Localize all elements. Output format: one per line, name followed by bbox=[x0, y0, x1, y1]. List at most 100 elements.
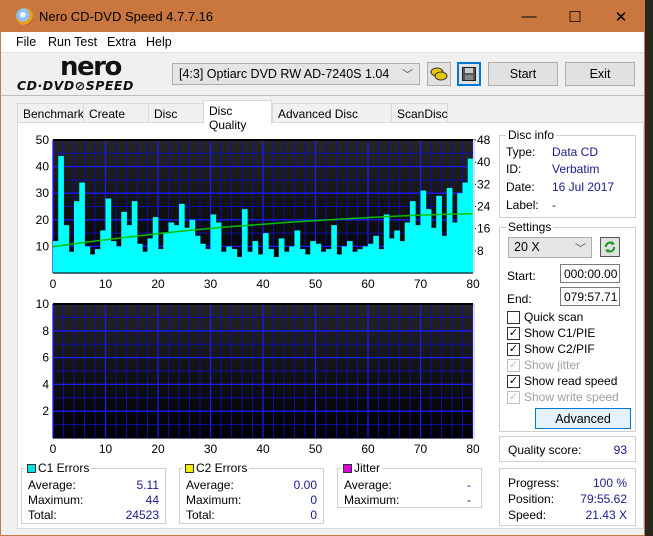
quality-score-group: Quality score: 93 bbox=[499, 436, 636, 462]
drive-info-button[interactable] bbox=[427, 62, 451, 86]
jitter-maximum-value: - bbox=[467, 493, 471, 507]
drive-select[interactable]: [4:3] Optiarc DVD RW AD-7240S 1.04 ﹀ bbox=[172, 63, 420, 85]
x-tick-label: 60 bbox=[361, 442, 375, 456]
c1-bar bbox=[105, 198, 112, 273]
y-tick-label: 10 bbox=[36, 297, 50, 311]
c1-bar bbox=[425, 209, 432, 273]
refresh-speed-button[interactable] bbox=[600, 237, 620, 257]
close-button[interactable]: ✕ bbox=[598, 1, 644, 32]
disc-info-group: Disc info Type: Data CD ID: Verbatim Dat… bbox=[499, 128, 636, 218]
menu-extra[interactable]: Extra bbox=[107, 35, 136, 49]
c1-maximum-label: Maximum: bbox=[28, 493, 84, 507]
c2-errors-group: C2 Errors Average: 0.00 Maximum: 0 Total… bbox=[179, 461, 324, 524]
tab-disc-quality[interactable]: Disc Quality bbox=[203, 100, 272, 132]
checkbox-label: Show write speed bbox=[524, 390, 619, 404]
c1-caption-text: C1 Errors bbox=[38, 461, 90, 475]
tab-disc-info[interactable]: Disc Info bbox=[148, 103, 204, 135]
show-jitter-checkbox[interactable]: ✓ Show jitter bbox=[507, 358, 580, 372]
menu-help[interactable]: Help bbox=[146, 35, 172, 49]
check-icon: ✓ bbox=[507, 342, 520, 356]
c1-bar bbox=[268, 249, 274, 273]
c1-total-value: 24523 bbox=[125, 508, 159, 522]
c1-bar bbox=[336, 254, 343, 273]
quality-score-value: 93 bbox=[613, 443, 627, 457]
y-tick-label: 10 bbox=[36, 239, 50, 253]
c1-bar bbox=[247, 251, 253, 273]
c1-bar bbox=[110, 241, 117, 273]
y2-tick-label: 8 bbox=[477, 244, 484, 258]
x-tick-label: 80 bbox=[466, 277, 480, 291]
c1-bar bbox=[404, 222, 411, 273]
tab-scandisc[interactable]: ScanDisc bbox=[391, 103, 448, 123]
save-button[interactable] bbox=[457, 62, 481, 86]
position-label: Position: bbox=[508, 492, 555, 506]
menu-file[interactable]: File bbox=[16, 35, 36, 49]
x-tick-label: 50 bbox=[309, 442, 323, 456]
c1-bar bbox=[410, 201, 416, 273]
check-icon: ✓ bbox=[507, 358, 520, 372]
minimize-button[interactable]: — bbox=[506, 1, 552, 32]
x-tick-label: 0 bbox=[50, 442, 57, 456]
c2-color-swatch bbox=[185, 464, 194, 473]
y2-tick-label: 24 bbox=[477, 200, 491, 214]
y2-tick-label: 32 bbox=[477, 177, 491, 191]
start-button[interactable]: Start bbox=[488, 62, 558, 86]
exit-button[interactable]: Exit bbox=[565, 62, 635, 86]
c1-bar bbox=[58, 155, 64, 273]
drive-select-value: [4:3] Optiarc DVD RW AD-7240S 1.04 bbox=[179, 67, 390, 81]
c1-bar bbox=[310, 241, 316, 273]
show-read-speed-checkbox[interactable]: ✓ Show read speed bbox=[507, 374, 617, 388]
c1-bar bbox=[284, 251, 290, 273]
x-tick-label: 20 bbox=[151, 442, 165, 456]
tab-advanced-disc-quality[interactable]: Advanced Disc Quality bbox=[272, 103, 392, 135]
start-time-input[interactable]: 000:00.00 bbox=[560, 264, 620, 283]
c1-bar bbox=[420, 190, 427, 273]
tab-benchmark[interactable]: Benchmark bbox=[17, 103, 84, 123]
check-icon: ✓ bbox=[507, 374, 520, 388]
c1-maximum-value: 44 bbox=[145, 493, 159, 507]
c1-bar bbox=[168, 222, 175, 273]
c1-bar bbox=[315, 243, 322, 273]
c1-bar bbox=[126, 225, 133, 273]
disc-id-value: Verbatim bbox=[552, 162, 600, 176]
c1-bar bbox=[100, 230, 106, 273]
c1-bar bbox=[446, 187, 453, 273]
end-time-input[interactable]: 079:57.71 bbox=[560, 287, 620, 306]
c1-bar bbox=[373, 235, 379, 273]
y2-tick-label: 40 bbox=[477, 155, 491, 169]
advanced-button[interactable]: Advanced bbox=[535, 408, 631, 429]
menu-run-test[interactable]: Run Test bbox=[48, 35, 97, 49]
y-tick-label: 20 bbox=[36, 213, 50, 227]
settings-caption: Settings bbox=[506, 220, 554, 234]
y-tick-label: 40 bbox=[36, 160, 50, 174]
c1-bar bbox=[184, 227, 190, 273]
x-tick-label: 50 bbox=[309, 277, 323, 291]
c1-bar bbox=[273, 257, 280, 273]
show-write-speed-checkbox[interactable]: ✓ Show write speed bbox=[507, 390, 619, 404]
quick-scan-checkbox[interactable]: Quick scan bbox=[507, 310, 583, 324]
c1-bar bbox=[299, 249, 306, 273]
show-c1-checkbox[interactable]: ✓ Show C1/PIE bbox=[507, 326, 595, 340]
speed-select[interactable]: 20 X ﹀ bbox=[508, 237, 592, 258]
c1-bar bbox=[142, 251, 148, 273]
c1-bar bbox=[278, 238, 285, 273]
c1-bar bbox=[194, 235, 201, 273]
maximize-button[interactable]: ☐ bbox=[552, 1, 598, 32]
show-c2-checkbox[interactable]: ✓ Show C2/PIF bbox=[507, 342, 595, 356]
y-tick-label: 4 bbox=[42, 377, 49, 391]
c1-bar bbox=[163, 233, 169, 273]
x-tick-label: 20 bbox=[151, 277, 165, 291]
c1-bar bbox=[257, 254, 264, 273]
y-tick-label: 8 bbox=[42, 324, 49, 338]
c1-bar bbox=[347, 241, 353, 273]
c1-bar bbox=[215, 222, 222, 273]
c1-bar bbox=[305, 254, 311, 273]
c1-bar bbox=[436, 195, 442, 273]
checkbox-label: Show jitter bbox=[524, 358, 581, 372]
tab-create-disc[interactable]: Create Disc bbox=[83, 103, 149, 135]
disc-label-value: - bbox=[552, 198, 556, 212]
jitter-average-label: Average: bbox=[344, 478, 392, 492]
refresh-icon bbox=[605, 241, 615, 253]
jitter-color-swatch bbox=[343, 464, 352, 473]
progress-value: 100 % bbox=[592, 476, 627, 490]
